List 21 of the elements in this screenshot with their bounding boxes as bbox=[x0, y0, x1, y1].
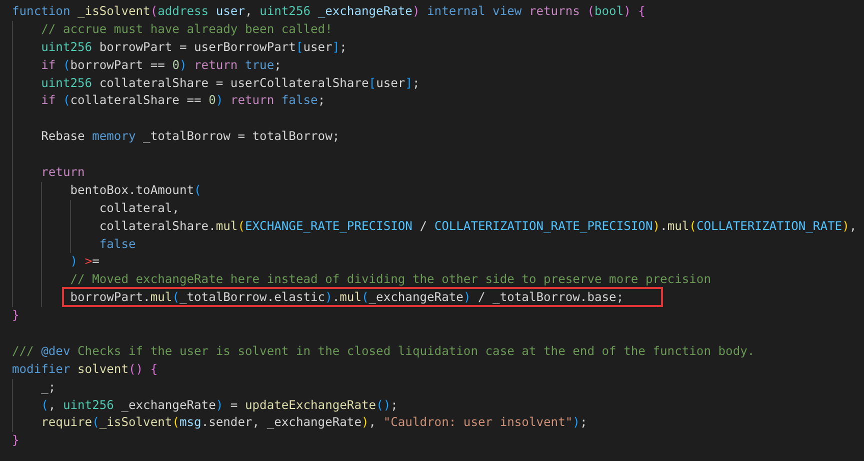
code-line: // Moved exchangeRate here instead of dividing the other side to preserve more precision bbox=[70, 272, 711, 286]
code-line: function _isSolvent(address user, uint256 _exchangeRate) internal view returns (bool) { bbox=[12, 4, 646, 18]
code-line: collateral, bbox=[99, 200, 180, 215]
code-line: // accrue must have already been called! bbox=[41, 22, 332, 36]
code-line: if (collateralShare == 0) return false; bbox=[41, 93, 326, 108]
code-line: ) >= bbox=[70, 254, 100, 268]
code-line: Rebase memory _totalBorrow = totalBorrow; bbox=[41, 129, 340, 144]
code-line: } bbox=[12, 308, 20, 322]
code-line: (, uint256 _exchangeRate) = updateExchangeRate(); bbox=[41, 398, 398, 412]
code-line: uint256 borrowPart = userBorrowPart[user]; bbox=[41, 40, 347, 54]
code-line: bentoBox.toAmount( bbox=[70, 182, 202, 197]
code-line: collateralShare.mul(EXCHANGE_RATE_PRECISION / COLLATERIZATION_RATE_PRECISION).mul(COLLATERIZATION_RATE), bbox=[99, 218, 857, 233]
code-line: _; bbox=[41, 380, 56, 394]
code-line: } bbox=[12, 433, 20, 448]
code-line: /// @dev Checks if the user is solvent in the closed liquidation case at the end of the function body. bbox=[12, 344, 755, 358]
code-line: return bbox=[41, 165, 85, 180]
code-line: require(_isSolvent(msg.sender, _exchangeRate), "Cauldron: user insolvent"); bbox=[41, 415, 588, 430]
code-line: modifier solvent() { bbox=[12, 362, 158, 376]
code-line: false bbox=[99, 236, 136, 251]
code-line: if (borrowPart == 0) return true; bbox=[41, 58, 282, 72]
code-line: uint256 collateralShare = userCollateralShare[user]; bbox=[41, 76, 420, 90]
